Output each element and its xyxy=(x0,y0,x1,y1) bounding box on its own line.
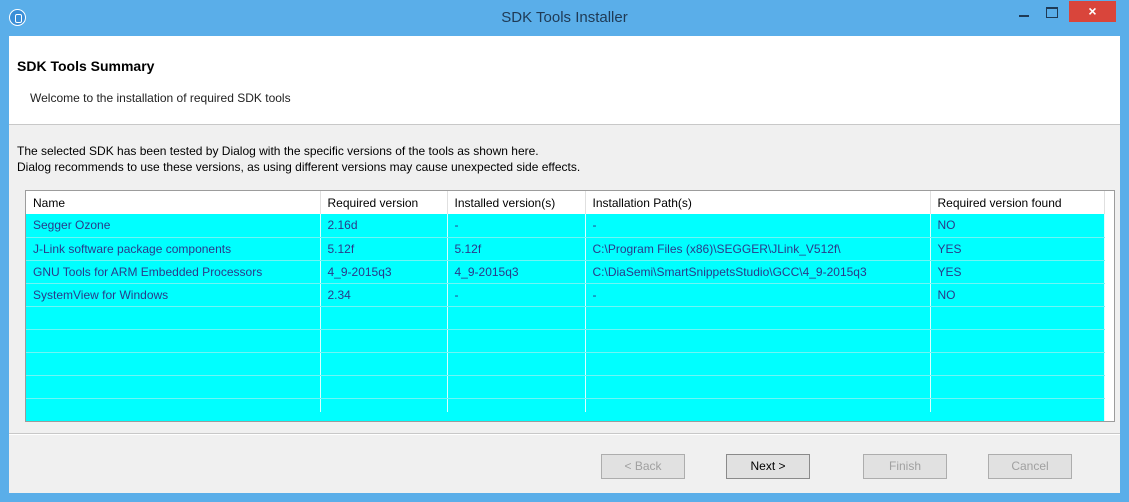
finish-button[interactable]: Finish xyxy=(863,454,947,479)
cell-installed-version: 5.12f xyxy=(447,237,586,261)
cell-version-found: YES xyxy=(930,237,1105,261)
title-bar[interactable]: SDK Tools Installer × xyxy=(0,0,1129,36)
cell-installation-path: - xyxy=(585,214,931,238)
column-header-name[interactable]: Name xyxy=(26,191,321,214)
cell-installed-version: - xyxy=(447,214,586,238)
cell-required-version: 4_9-2015q3 xyxy=(320,260,448,284)
tools-table-grid: Name Required version Installed version(… xyxy=(26,191,1105,421)
cell-required-version: 2.16d xyxy=(320,214,448,238)
column-header-required-version[interactable]: Required version xyxy=(320,191,448,214)
empty-table-row xyxy=(26,375,1105,399)
description-line-1: The selected SDK has been tested by Dial… xyxy=(17,144,539,158)
button-bar-divider-highlight xyxy=(9,434,1120,435)
cell-required-version: 2.34 xyxy=(320,283,448,307)
cell-version-found: YES xyxy=(930,260,1105,284)
column-header-installed-versions[interactable]: Installed version(s) xyxy=(447,191,586,214)
empty-table-row xyxy=(26,352,1105,376)
close-icon: × xyxy=(1088,3,1097,19)
page-subtitle: Welcome to the installation of required … xyxy=(30,91,291,105)
next-button[interactable]: Next > xyxy=(726,454,810,479)
cell-name: GNU Tools for ARM Embedded Processors xyxy=(26,260,321,284)
cell-required-version: 5.12f xyxy=(320,237,448,261)
description-line-2: Dialog recommends to use these versions,… xyxy=(17,160,581,174)
empty-table-row xyxy=(26,306,1105,330)
window-title: SDK Tools Installer xyxy=(501,9,628,26)
table-row[interactable]: Segger Ozone 2.16d - - NO xyxy=(26,214,1105,238)
cell-installation-path: C:\Program Files (x86)\SEGGER\JLink_V512… xyxy=(585,237,931,261)
cell-version-found: NO xyxy=(930,214,1105,238)
column-header-version-found[interactable]: Required version found xyxy=(930,191,1105,214)
empty-table-row xyxy=(26,329,1105,353)
maximize-icon[interactable] xyxy=(1039,1,1065,23)
installer-window: SDK Tools Installer × SDK Tools Summary … xyxy=(0,0,1129,502)
table-row[interactable]: J-Link software package components 5.12f… xyxy=(26,237,1105,261)
cell-version-found: NO xyxy=(930,283,1105,307)
header-panel: SDK Tools Summary Welcome to the install… xyxy=(9,36,1120,125)
cell-installed-version: 4_9-2015q3 xyxy=(447,260,586,284)
dialog-body: SDK Tools Summary Welcome to the install… xyxy=(9,36,1120,493)
cell-name: Segger Ozone xyxy=(26,214,321,238)
cell-name: J-Link software package components xyxy=(26,237,321,261)
cancel-button[interactable]: Cancel xyxy=(988,454,1072,479)
column-header-installation-paths[interactable]: Installation Path(s) xyxy=(585,191,931,214)
cell-installation-path: C:\DiaSemi\SmartSnippetsStudio\GCC\4_9-2… xyxy=(585,260,931,284)
table-header-row: Name Required version Installed version(… xyxy=(26,191,1105,214)
table-fill-area xyxy=(26,412,1104,421)
table-row[interactable]: GNU Tools for ARM Embedded Processors 4_… xyxy=(26,260,1105,284)
close-button[interactable]: × xyxy=(1069,1,1116,22)
table-row[interactable]: SystemView for Windows 2.34 - - NO xyxy=(26,283,1105,307)
page-title: SDK Tools Summary xyxy=(17,58,155,74)
tools-table[interactable]: Name Required version Installed version(… xyxy=(25,190,1115,422)
cell-installed-version: - xyxy=(447,283,586,307)
cell-installation-path: - xyxy=(585,283,931,307)
back-button[interactable]: < Back xyxy=(601,454,685,479)
minimize-icon[interactable] xyxy=(1011,1,1037,23)
table-scroll-gutter xyxy=(1105,191,1114,421)
cell-name: SystemView for Windows xyxy=(26,283,321,307)
